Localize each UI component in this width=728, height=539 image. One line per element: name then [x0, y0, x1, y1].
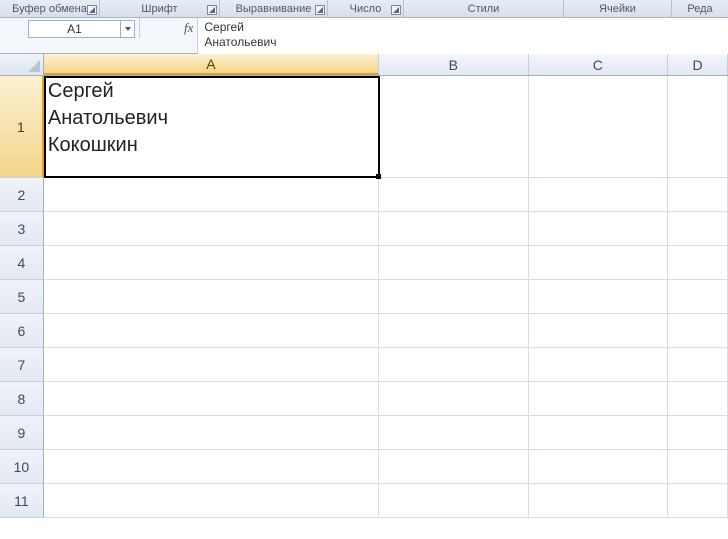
cell-d1[interactable]	[668, 76, 728, 177]
cell-d9[interactable]	[668, 416, 728, 449]
cell-c1[interactable]	[529, 76, 669, 177]
row-header-6[interactable]: 6	[0, 314, 44, 348]
name-box-wrap: A1	[0, 18, 140, 38]
table-row: 1 Сергей Анатольевич Кокошкин	[0, 76, 728, 178]
cell-b11[interactable]	[379, 484, 529, 517]
name-box-dropdown[interactable]	[121, 20, 135, 38]
cell-b9[interactable]	[379, 416, 529, 449]
cell-c6[interactable]	[529, 314, 669, 347]
cell-c8[interactable]	[529, 382, 669, 415]
row-header-3[interactable]: 3	[0, 212, 44, 246]
cell-c5[interactable]	[529, 280, 669, 313]
table-row: 9	[0, 416, 728, 450]
cell-c10[interactable]	[529, 450, 669, 483]
row-header-8[interactable]: 8	[0, 382, 44, 416]
cell-c9[interactable]	[529, 416, 669, 449]
table-row: 3	[0, 212, 728, 246]
table-row: 5	[0, 280, 728, 314]
dialog-launcher-icon[interactable]	[207, 5, 217, 15]
table-row: 7	[0, 348, 728, 382]
row-header-2[interactable]: 2	[0, 178, 44, 212]
row-header-4[interactable]: 4	[0, 246, 44, 280]
ribbon-group-bar: Буфер обмена Шрифт Выравнивание Число Ст…	[0, 0, 728, 18]
cell-b4[interactable]	[379, 246, 529, 279]
cell-a8[interactable]	[44, 382, 379, 415]
cell-d2[interactable]	[668, 178, 728, 211]
dialog-launcher-icon[interactable]	[391, 5, 401, 15]
cell-c11[interactable]	[529, 484, 669, 517]
ribbon-group-alignment[interactable]: Выравнивание	[220, 0, 328, 17]
column-header-a[interactable]: A	[44, 54, 379, 75]
cell-a7[interactable]	[44, 348, 379, 381]
cell-a9[interactable]	[44, 416, 379, 449]
table-row: 10	[0, 450, 728, 484]
row-header-1[interactable]: 1	[0, 76, 44, 178]
cell-a1[interactable]: Сергей Анатольевич Кокошкин	[44, 76, 379, 177]
table-row: 6	[0, 314, 728, 348]
column-header-d[interactable]: D	[668, 54, 728, 75]
cell-a4[interactable]	[44, 246, 379, 279]
ribbon-group-label: Число	[350, 3, 382, 15]
row-header-11[interactable]: 11	[0, 484, 44, 518]
ribbon-group-label: Шрифт	[141, 3, 177, 15]
cell-d4[interactable]	[668, 246, 728, 279]
fx-icon[interactable]: fx	[182, 18, 197, 38]
cell-d3[interactable]	[668, 212, 728, 245]
ribbon-group-label: Буфер обмена	[12, 3, 87, 15]
cell-a11[interactable]	[44, 484, 379, 517]
cell-d8[interactable]	[668, 382, 728, 415]
cell-d5[interactable]	[668, 280, 728, 313]
cell-b3[interactable]	[379, 212, 529, 245]
ribbon-group-clipboard[interactable]: Буфер обмена	[0, 0, 100, 17]
cell-b1[interactable]	[379, 76, 529, 177]
cell-b5[interactable]	[379, 280, 529, 313]
ribbon-group-styles[interactable]: Стили	[404, 0, 564, 17]
column-header-c[interactable]: C	[529, 54, 669, 75]
cell-b6[interactable]	[379, 314, 529, 347]
row-header-10[interactable]: 10	[0, 450, 44, 484]
cell-c7[interactable]	[529, 348, 669, 381]
select-all-button[interactable]	[0, 54, 44, 75]
row-header-5[interactable]: 5	[0, 280, 44, 314]
cell-d6[interactable]	[668, 314, 728, 347]
formula-bar-icons	[140, 18, 182, 38]
formula-row: A1 fx Сергей Анатольевич	[0, 18, 728, 54]
spreadsheet-grid: A B C D 1 Сергей Анатольевич Кокошкин 2 …	[0, 54, 728, 518]
ribbon-group-number[interactable]: Число	[328, 0, 404, 17]
cell-a2[interactable]	[44, 178, 379, 211]
table-row: 2	[0, 178, 728, 212]
ribbon-group-font[interactable]: Шрифт	[100, 0, 220, 17]
cell-d11[interactable]	[668, 484, 728, 517]
formula-bar[interactable]: Сергей Анатольевич	[197, 18, 728, 54]
column-headers: A B C D	[0, 54, 728, 76]
cell-b10[interactable]	[379, 450, 529, 483]
table-row: 4	[0, 246, 728, 280]
cell-b2[interactable]	[379, 178, 529, 211]
cell-b7[interactable]	[379, 348, 529, 381]
name-box[interactable]: A1	[28, 20, 121, 38]
table-row: 11	[0, 484, 728, 518]
ribbon-group-label: Стили	[468, 3, 500, 15]
cell-b8[interactable]	[379, 382, 529, 415]
cell-a6[interactable]	[44, 314, 379, 347]
column-header-b[interactable]: B	[379, 54, 529, 75]
table-row: 8	[0, 382, 728, 416]
cell-a10[interactable]	[44, 450, 379, 483]
cell-d10[interactable]	[668, 450, 728, 483]
cell-d7[interactable]	[668, 348, 728, 381]
cell-c3[interactable]	[529, 212, 669, 245]
ribbon-group-label: Ячейки	[599, 3, 636, 15]
row-header-9[interactable]: 9	[0, 416, 44, 450]
row-header-7[interactable]: 7	[0, 348, 44, 382]
ribbon-group-editing[interactable]: Реда	[672, 0, 728, 17]
cell-c4[interactable]	[529, 246, 669, 279]
ribbon-group-label: Выравнивание	[236, 3, 312, 15]
ribbon-group-cells[interactable]: Ячейки	[564, 0, 672, 17]
ribbon-group-label: Реда	[687, 3, 712, 15]
dialog-launcher-icon[interactable]	[315, 5, 325, 15]
cell-c2[interactable]	[529, 178, 669, 211]
cell-a3[interactable]	[44, 212, 379, 245]
dialog-launcher-icon[interactable]	[87, 5, 97, 15]
cell-a5[interactable]	[44, 280, 379, 313]
